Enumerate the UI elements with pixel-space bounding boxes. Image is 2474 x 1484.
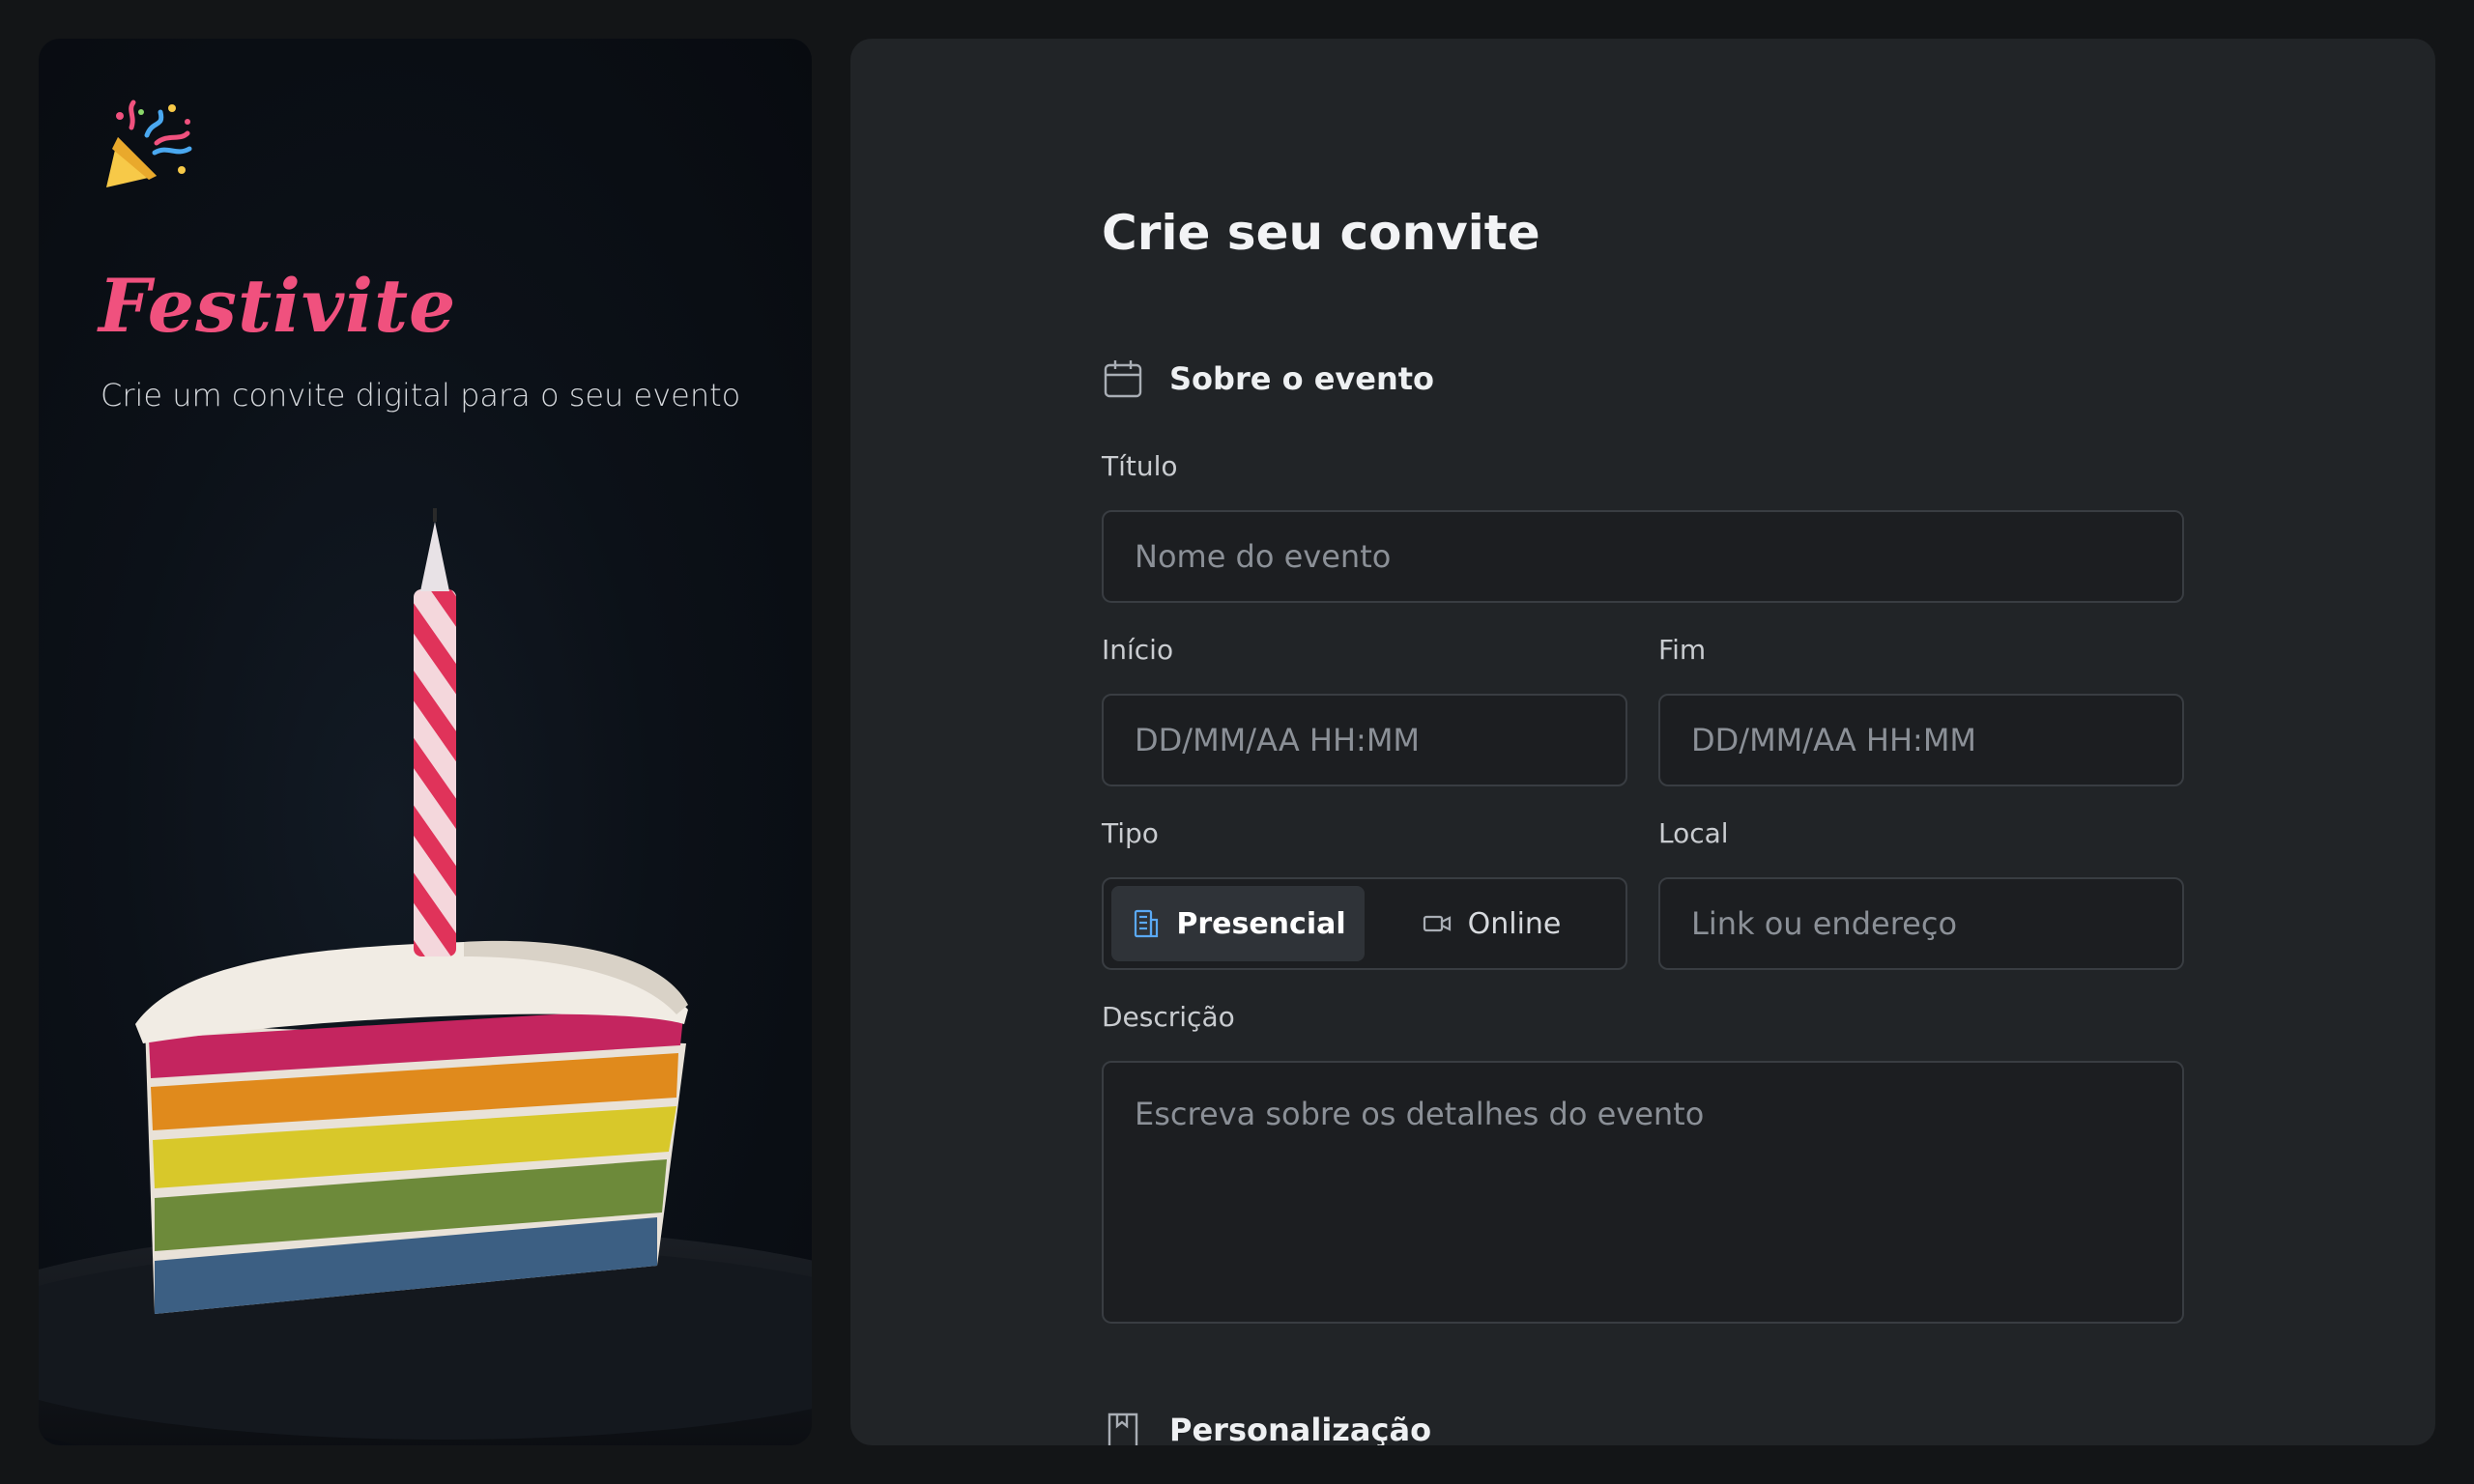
description-textarea[interactable]: Escreva sobre os detalhes do evento bbox=[1102, 1061, 2184, 1324]
title-input[interactable]: Nome do evento bbox=[1102, 510, 2184, 603]
end-label: Fim bbox=[1658, 634, 1707, 666]
start-datetime-input[interactable]: DD/MM/AA HH:MM bbox=[1102, 694, 1627, 786]
form-title: Crie seu convite bbox=[1102, 205, 1540, 261]
building-icon bbox=[1135, 909, 1159, 938]
section-label: Personalização bbox=[1169, 1412, 1432, 1445]
end-datetime-input[interactable]: DD/MM/AA HH:MM bbox=[1658, 694, 2184, 786]
title-label: Título bbox=[1102, 450, 1178, 482]
section-label: Sobre o evento bbox=[1169, 360, 1435, 397]
brand-name: Festivite bbox=[99, 263, 457, 349]
party-popper-icon bbox=[106, 100, 192, 187]
type-label: Tipo bbox=[1102, 817, 1159, 849]
brand-tagline: Crie um convite digital para o seu event… bbox=[101, 377, 741, 414]
start-label: Início bbox=[1102, 634, 1174, 666]
book-icon bbox=[1108, 1413, 1138, 1445]
event-type-toggle: Presencial Online bbox=[1102, 877, 1627, 970]
location-label: Local bbox=[1658, 817, 1729, 849]
form-panel: Crie seu convite Sobre o evento Título N… bbox=[850, 39, 2435, 1445]
calendar-icon bbox=[1104, 360, 1142, 398]
location-input[interactable]: Link ou endereço bbox=[1658, 877, 2184, 970]
app-frame: Festivite Crie um convite digital para o… bbox=[0, 0, 2474, 1484]
description-label: Descrição bbox=[1102, 1001, 1235, 1033]
type-option-label: Presencial bbox=[1176, 906, 1346, 941]
type-option-online[interactable]: Online bbox=[1365, 886, 1618, 961]
type-option-presencial[interactable]: Presencial bbox=[1111, 886, 1365, 961]
video-camera-icon bbox=[1423, 915, 1451, 932]
cake-illustration bbox=[39, 508, 812, 1445]
section-personalization: Personalização bbox=[1102, 1409, 1431, 1445]
hero-panel: Festivite Crie um convite digital para o… bbox=[39, 39, 812, 1445]
type-option-label: Online bbox=[1467, 906, 1562, 941]
section-about-event: Sobre o evento bbox=[1102, 357, 1434, 400]
